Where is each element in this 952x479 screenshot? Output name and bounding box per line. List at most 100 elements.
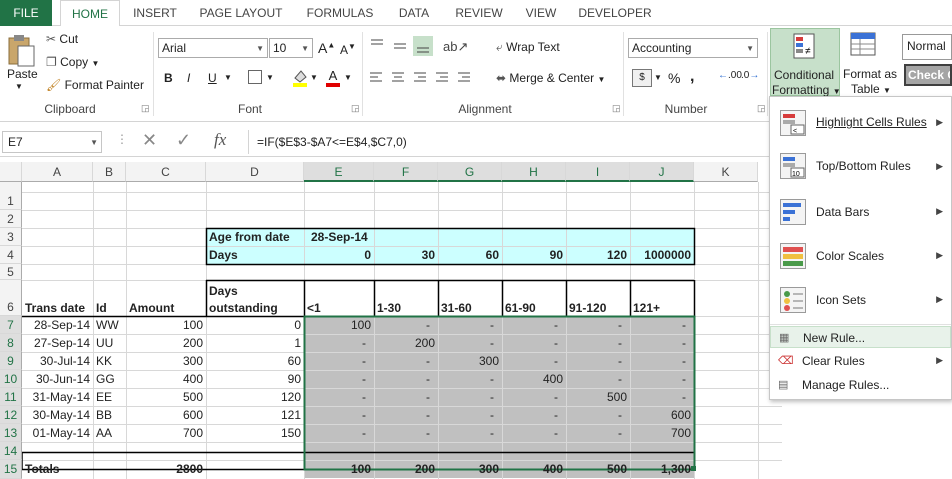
cell-f6[interactable]: 1-30 [374, 300, 438, 317]
cell-j10[interactable]: - [630, 371, 694, 388]
cell-d7[interactable]: 0 [206, 317, 304, 334]
tab-page-layout[interactable]: PAGE LAYOUT [192, 0, 290, 26]
shrink-font-button[interactable]: A▼ [340, 42, 356, 57]
cell-b6[interactable]: Id [93, 300, 126, 317]
font-color-icon[interactable]: A [326, 68, 340, 88]
cell-i7[interactable]: - [566, 317, 630, 334]
cell-j11[interactable]: - [630, 389, 694, 406]
cell-g11[interactable]: - [438, 389, 502, 406]
cell-g9[interactable]: 300 [438, 353, 502, 370]
tab-formulas[interactable]: FORMULAS [298, 0, 382, 26]
cell-c13[interactable]: 700 [126, 425, 206, 442]
col-header-k[interactable]: K [694, 162, 758, 182]
row-header[interactable]: 13 [0, 424, 22, 442]
row-header[interactable]: 8 [0, 334, 22, 352]
cell-i6[interactable]: 91-120 [566, 300, 630, 317]
cell-b7[interactable]: WW [93, 317, 126, 334]
cell-a10[interactable]: 30-Jun-14 [22, 371, 93, 388]
cell-f13[interactable]: - [374, 425, 438, 442]
tab-insert[interactable]: INSERT [124, 0, 186, 26]
cell-c11[interactable]: 500 [126, 389, 206, 406]
cell-i13[interactable]: - [566, 425, 630, 442]
cell-c8[interactable]: 200 [126, 335, 206, 352]
wrap-text-button[interactable]: ⤶ Wrap Text [496, 40, 560, 55]
cell-b12[interactable]: BB [93, 407, 126, 424]
cell-h11[interactable]: - [502, 389, 566, 406]
cell-h7[interactable]: - [502, 317, 566, 334]
format-painter-button[interactable]: 🖌 Format Painter [46, 78, 144, 92]
cell-d9[interactable]: 60 [206, 353, 304, 370]
cell-i12[interactable]: - [566, 407, 630, 424]
grow-font-button[interactable]: A▲ [318, 40, 335, 56]
row-header[interactable]: 9 [0, 352, 22, 370]
cell-c7[interactable]: 100 [126, 317, 206, 334]
cell-f11[interactable]: - [374, 389, 438, 406]
percent-button[interactable]: % [668, 70, 680, 86]
cell-f10[interactable]: - [374, 371, 438, 388]
cell-b11[interactable]: EE [93, 389, 126, 406]
tab-view[interactable]: VIEW [518, 0, 564, 26]
cell-d4[interactable]: Days [206, 247, 304, 264]
col-header-f[interactable]: F [374, 162, 438, 182]
row-header[interactable]: 2 [0, 210, 22, 228]
cell-i11[interactable]: 500 [566, 389, 630, 406]
cell-c9[interactable]: 300 [126, 353, 206, 370]
format-as-table-label-2[interactable]: Table ▼ [851, 82, 891, 96]
borders-dropdown-icon[interactable]: ▼ [266, 73, 274, 82]
currency-dropdown-icon[interactable]: ▼ [654, 73, 662, 82]
menu-item-icon-sets[interactable]: Icon Sets ▶ [770, 280, 951, 320]
format-as-table-icon[interactable] [850, 32, 876, 58]
cell-j13[interactable]: 700 [630, 425, 694, 442]
cell-d11[interactable]: 120 [206, 389, 304, 406]
cell-e3[interactable]: 28-Sep-14 [308, 229, 378, 246]
menu-item-highlight-cells-rules[interactable]: < Highlight Cells Rules ▶ [770, 103, 951, 143]
cell-j15[interactable]: 1,300 [630, 461, 694, 478]
cell-e12[interactable]: - [304, 407, 374, 424]
cell-e15[interactable]: 100 [304, 461, 374, 478]
italic-button[interactable]: I [187, 71, 190, 85]
menu-item-color-scales[interactable]: Color Scales ▶ [770, 236, 951, 276]
format-as-table-label[interactable]: Format as [843, 67, 897, 81]
menu-item-data-bars[interactable]: Data Bars ▶ [770, 192, 951, 232]
cell-d6[interactable]: Days [206, 283, 304, 300]
col-header-c[interactable]: C [126, 162, 206, 182]
cell-g4[interactable]: 60 [438, 247, 502, 264]
tab-developer[interactable]: DEVELOPER [574, 0, 656, 26]
menu-item-new-rule[interactable]: ▦ New Rule... [770, 326, 951, 348]
underline-dropdown-icon[interactable]: ▼ [224, 73, 232, 82]
tab-file[interactable]: FILE [0, 0, 52, 26]
cell-i8[interactable]: - [566, 335, 630, 352]
fill-color-dropdown-icon[interactable]: ▼ [310, 73, 318, 82]
cell-g15[interactable]: 300 [438, 461, 502, 478]
row-header[interactable]: 12 [0, 406, 22, 424]
clipboard-launcher-icon[interactable]: ◲ [141, 103, 150, 114]
cell-e4[interactable]: 0 [304, 247, 374, 264]
col-header-a[interactable]: A [22, 162, 93, 182]
cell-h12[interactable]: - [502, 407, 566, 424]
increase-decimal-button[interactable]: ←.00 [718, 70, 742, 81]
cell-f7[interactable]: - [374, 317, 438, 334]
borders-icon[interactable] [248, 70, 262, 84]
tab-home[interactable]: HOME [60, 0, 120, 27]
cell-a8[interactable]: 27-Sep-14 [22, 335, 93, 352]
number-format-box[interactable]: Accounting ▼ [628, 38, 758, 58]
cell-g7[interactable]: - [438, 317, 502, 334]
cell-h15[interactable]: 400 [502, 461, 566, 478]
conditional-formatting-button[interactable]: ≠ Conditional Formatting ▼ [770, 28, 841, 97]
cancel-icon[interactable]: ✕ [142, 130, 157, 151]
font-color-dropdown-icon[interactable]: ▼ [344, 73, 352, 82]
select-all-corner[interactable] [0, 162, 22, 182]
comma-button[interactable]: , [690, 68, 694, 86]
currency-icon[interactable]: $ [632, 69, 652, 87]
cell-f8[interactable]: 200 [374, 335, 438, 352]
row-header[interactable]: 15 [0, 460, 22, 479]
cell-j6[interactable]: 121+ [630, 300, 694, 317]
tab-data[interactable]: DATA [388, 0, 440, 26]
cell-a9[interactable]: 30-Jul-14 [22, 353, 93, 370]
cell-j8[interactable]: - [630, 335, 694, 352]
menu-item-manage-rules[interactable]: ▤ Manage Rules... [770, 374, 951, 396]
row-header[interactable]: 14 [0, 442, 22, 460]
cell-g10[interactable]: - [438, 371, 502, 388]
tab-review[interactable]: REVIEW [448, 0, 510, 26]
cell-h8[interactable]: - [502, 335, 566, 352]
